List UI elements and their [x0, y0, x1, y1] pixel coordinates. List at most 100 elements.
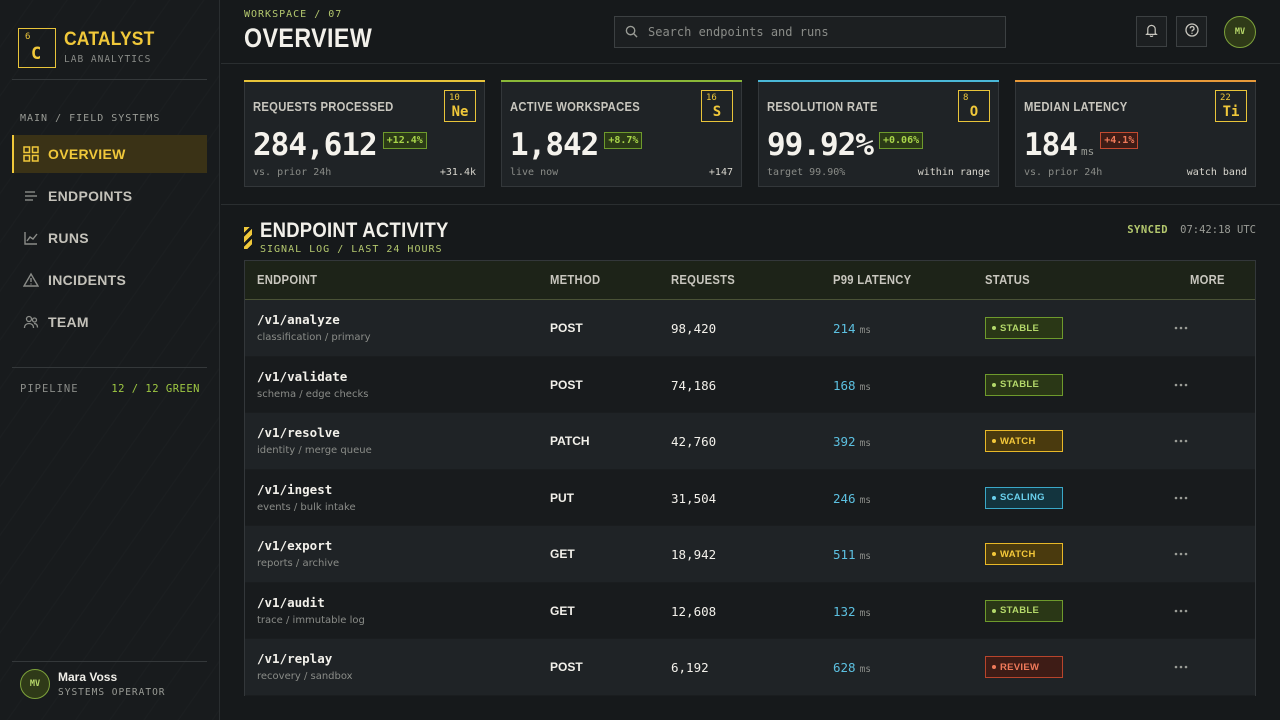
endpoint-description: reports / archive — [257, 558, 340, 569]
endpoint-table: ENDPOINT METHOD REQUESTS P99 LATENCY STA… — [244, 260, 1256, 696]
column-header-endpoint[interactable]: ENDPOINT — [257, 273, 317, 287]
notifications-button[interactable] — [1136, 16, 1167, 47]
ellipsis-icon — [1174, 439, 1188, 443]
more-options-button[interactable] — [1171, 375, 1191, 395]
endpoint-path[interactable]: /v1/replay — [257, 651, 332, 666]
ellipsis-icon — [1174, 609, 1188, 612]
status-dot-icon — [992, 439, 996, 443]
kpi-element-tile: 22 Ti — [1215, 90, 1247, 122]
sidebar-item-runs[interactable]: RUNS — [12, 219, 207, 257]
http-method: PATCH — [550, 434, 590, 448]
more-options-button[interactable] — [1171, 431, 1191, 451]
sidebar-divider — [12, 367, 207, 368]
hazard-stripe-icon — [244, 227, 252, 249]
http-method: POST — [550, 660, 583, 674]
brand-tile: 6 C — [18, 28, 56, 68]
endpoint-path[interactable]: /v1/analyze — [257, 312, 340, 327]
brand-logo[interactable]: 6 C CATALYST LAB ANALYTICS — [18, 28, 162, 68]
table-row[interactable]: /v1/analyze classification / primary POS… — [245, 300, 1255, 357]
more-options-button[interactable] — [1171, 488, 1191, 508]
status-badge: STABLE — [985, 373, 1063, 396]
sidebar-item-endpoints[interactable]: ENDPOINTS — [12, 177, 207, 215]
kpi-label: MEDIAN LATENCY — [1024, 100, 1128, 114]
endpoint-path[interactable]: /v1/validate — [257, 369, 347, 384]
search-input[interactable] — [648, 25, 988, 39]
sidebar-item-label: OVERVIEW — [48, 146, 126, 162]
kpi-element-tile: 10 Ne — [444, 90, 476, 122]
table-row[interactable]: /v1/validate schema / edge checks POST 7… — [245, 356, 1255, 413]
sidebar-nav: OVERVIEW ENDPOINTS RUNS INCIDENTS TEAM — [12, 135, 207, 345]
table-body: /v1/analyze classification / primary POS… — [245, 300, 1255, 696]
user-profile[interactable]: MV Mara Voss SYSTEMS OPERATOR — [20, 669, 166, 699]
status-dot-icon — [992, 665, 996, 669]
request-count: 12,608 — [671, 603, 717, 619]
search-bar[interactable] — [614, 16, 1006, 48]
table-row[interactable]: /v1/ingest events / bulk intake PUT 31,5… — [245, 469, 1255, 526]
sidebar-item-label: RUNS — [48, 230, 89, 246]
sidebar-item-overview[interactable]: OVERVIEW — [12, 135, 207, 173]
section-subtitle: SIGNAL LOG / LAST 24 HOURS — [260, 244, 443, 255]
table-row[interactable]: /v1/resolve identity / merge queue PATCH… — [245, 413, 1255, 470]
pipeline-label: PIPELINE — [20, 383, 79, 395]
pipeline-value: 12 / 12 GREEN — [111, 383, 200, 395]
p99-latency: 628 ms — [833, 660, 872, 675]
more-options-button[interactable] — [1171, 318, 1191, 338]
breadcrumb[interactable]: WORKSPACE / 07 — [244, 9, 342, 20]
kpi-accent-bar — [758, 80, 999, 82]
kpi-unit: ms — [1081, 145, 1095, 158]
kpi-element-tile: 16 S — [701, 90, 733, 122]
more-options-button[interactable] — [1171, 657, 1191, 677]
kpi-accent-bar — [244, 80, 485, 82]
p99-latency: 168 ms — [833, 377, 872, 393]
kpi-label: ACTIVE WORKSPACES — [510, 100, 641, 114]
table-row[interactable]: /v1/replay recovery / sandbox POST 6,192… — [245, 639, 1255, 696]
sidebar-item-label: ENDPOINTS — [48, 188, 133, 204]
endpoint-path[interactable]: /v1/export — [257, 538, 332, 553]
kpi-card-workspaces[interactable]: ACTIVE WORKSPACES 16 S 1,842 +8.7% live no… — [501, 80, 742, 187]
sidebar-item-team[interactable]: TEAM — [12, 303, 207, 341]
more-options-button[interactable] — [1171, 544, 1191, 564]
sidebar-item-incidents[interactable]: INCIDENTS — [12, 261, 207, 299]
endpoint-path[interactable]: /v1/audit — [257, 595, 325, 610]
p99-latency: 392 ms — [833, 434, 872, 449]
endpoint-description: identity / merge queue — [257, 445, 372, 456]
search-icon — [625, 23, 638, 42]
warning-icon — [22, 271, 40, 289]
http-method: GET — [550, 547, 575, 561]
kpi-card-requests[interactable]: REQUESTS PROCESSED 10 Ne 284,612 +12.4% vs… — [244, 80, 485, 187]
grid-icon — [22, 145, 40, 163]
endpoint-description: recovery / sandbox — [257, 671, 353, 682]
endpoint-description: events / bulk intake — [257, 501, 356, 513]
endpoint-path[interactable]: /v1/resolve — [257, 425, 340, 440]
column-header-method[interactable]: METHOD — [550, 273, 600, 287]
kpi-foot-right: within range — [917, 167, 990, 178]
kpi-foot-right: watch band — [1186, 167, 1247, 178]
column-header-more: MORE — [1190, 273, 1225, 287]
status-badge: REVIEW — [985, 656, 1063, 678]
kpi-label: REQUESTS PROCESSED — [253, 100, 394, 114]
sidebar: 6 C CATALYST LAB ANALYTICS MAIN / FIELD … — [0, 0, 220, 720]
table-row[interactable]: /v1/export reports / archive GET 18,942 … — [245, 526, 1255, 583]
column-header-requests[interactable]: REQUESTS — [671, 273, 735, 287]
p99-latency: 511 ms — [833, 547, 872, 562]
status-badge: SCALING — [985, 486, 1063, 509]
sync-status: SYNCED 07:42:18 UTC — [1127, 224, 1256, 236]
kpi-foot-left: live now — [510, 167, 559, 178]
endpoint-description: trace / immutable log — [257, 614, 365, 626]
sidebar-divider — [12, 661, 207, 662]
help-button[interactable] — [1176, 16, 1207, 47]
users-icon — [22, 313, 40, 331]
top-header: WORKSPACE / 07 OVERVIEW MV — [221, 0, 1280, 64]
http-method: POST — [550, 377, 583, 392]
table-row[interactable]: /v1/audit trace / immutable log GET 12,6… — [245, 582, 1255, 639]
endpoint-path[interactable]: /v1/ingest — [257, 482, 332, 497]
kpi-accent-bar — [501, 80, 742, 82]
more-options-button[interactable] — [1171, 601, 1191, 621]
request-count: 31,504 — [671, 490, 717, 506]
kpi-card-latency[interactable]: MEDIAN LATENCY 22 Ti 184 ms+4.1% vs. prior… — [1015, 80, 1256, 187]
column-header-latency[interactable]: P99 LATENCY — [833, 273, 911, 287]
column-header-status[interactable]: STATUS — [985, 273, 1030, 287]
kpi-card-resolution[interactable]: RESOLUTION RATE 8O 99.92% +0.06% target 9… — [758, 80, 999, 187]
pipeline-status: PIPELINE 12 / 12 GREEN — [20, 383, 200, 395]
header-avatar[interactable]: MV — [1224, 16, 1256, 48]
